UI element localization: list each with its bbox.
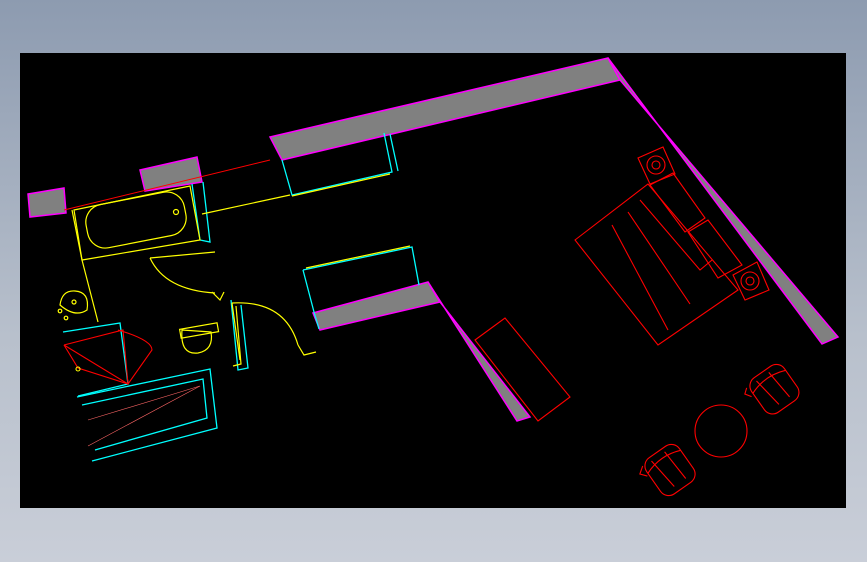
wall-stub-left: [27, 187, 67, 218]
sink-drain: [71, 299, 77, 305]
window-yellow-1: [305, 245, 411, 269]
nightstand-top: [637, 146, 676, 185]
shower-tray: [63, 329, 129, 385]
armchair-top: [744, 363, 800, 415]
bed-cover-line: [639, 199, 713, 271]
door-jamb: [211, 291, 225, 302]
door-leaf-left: [149, 251, 216, 259]
window-inner-frame: [302, 269, 320, 330]
furniture: [63, 146, 800, 497]
inner-wall-horizontal: [311, 281, 442, 331]
window-inner-frame-2: [302, 246, 420, 286]
bathroom-wall-left: [71, 209, 99, 323]
floor-plan-drawing: [27, 57, 840, 497]
shower-door-arc: [117, 329, 153, 385]
round-table: [694, 404, 748, 458]
bathtub-inner: [85, 191, 187, 249]
wall-line-yellow: [201, 194, 291, 215]
bathtub-drain: [172, 208, 180, 216]
shower-diagonal: [63, 344, 129, 385]
pillow-bottom: [687, 219, 743, 279]
door-swing-left: [149, 257, 216, 294]
door-stop: [297, 344, 317, 356]
outer-wall-top: [268, 57, 622, 161]
lamp-bottom-inner: [745, 276, 755, 286]
sink-tap-b: [63, 315, 69, 321]
pillow-top: [649, 172, 706, 233]
bed-frame: [574, 183, 739, 346]
outer-wall-right: [607, 57, 840, 345]
cad-viewport[interactable]: [20, 53, 846, 508]
bed-fold-2: [611, 224, 669, 331]
inner-wall-diagonal: [427, 281, 532, 422]
sink-bowl: [59, 290, 89, 314]
window-yellow-2: [291, 173, 391, 197]
lamp-top-outer: [646, 155, 666, 175]
nightstand-bottom: [732, 261, 770, 301]
armchair-bottom: [639, 443, 696, 497]
windows: [62, 132, 420, 462]
lamp-top-inner: [651, 160, 661, 170]
closet-outline: [76, 368, 218, 462]
sink-tap-a: [57, 308, 63, 314]
lamp-bottom-outer: [740, 271, 760, 291]
